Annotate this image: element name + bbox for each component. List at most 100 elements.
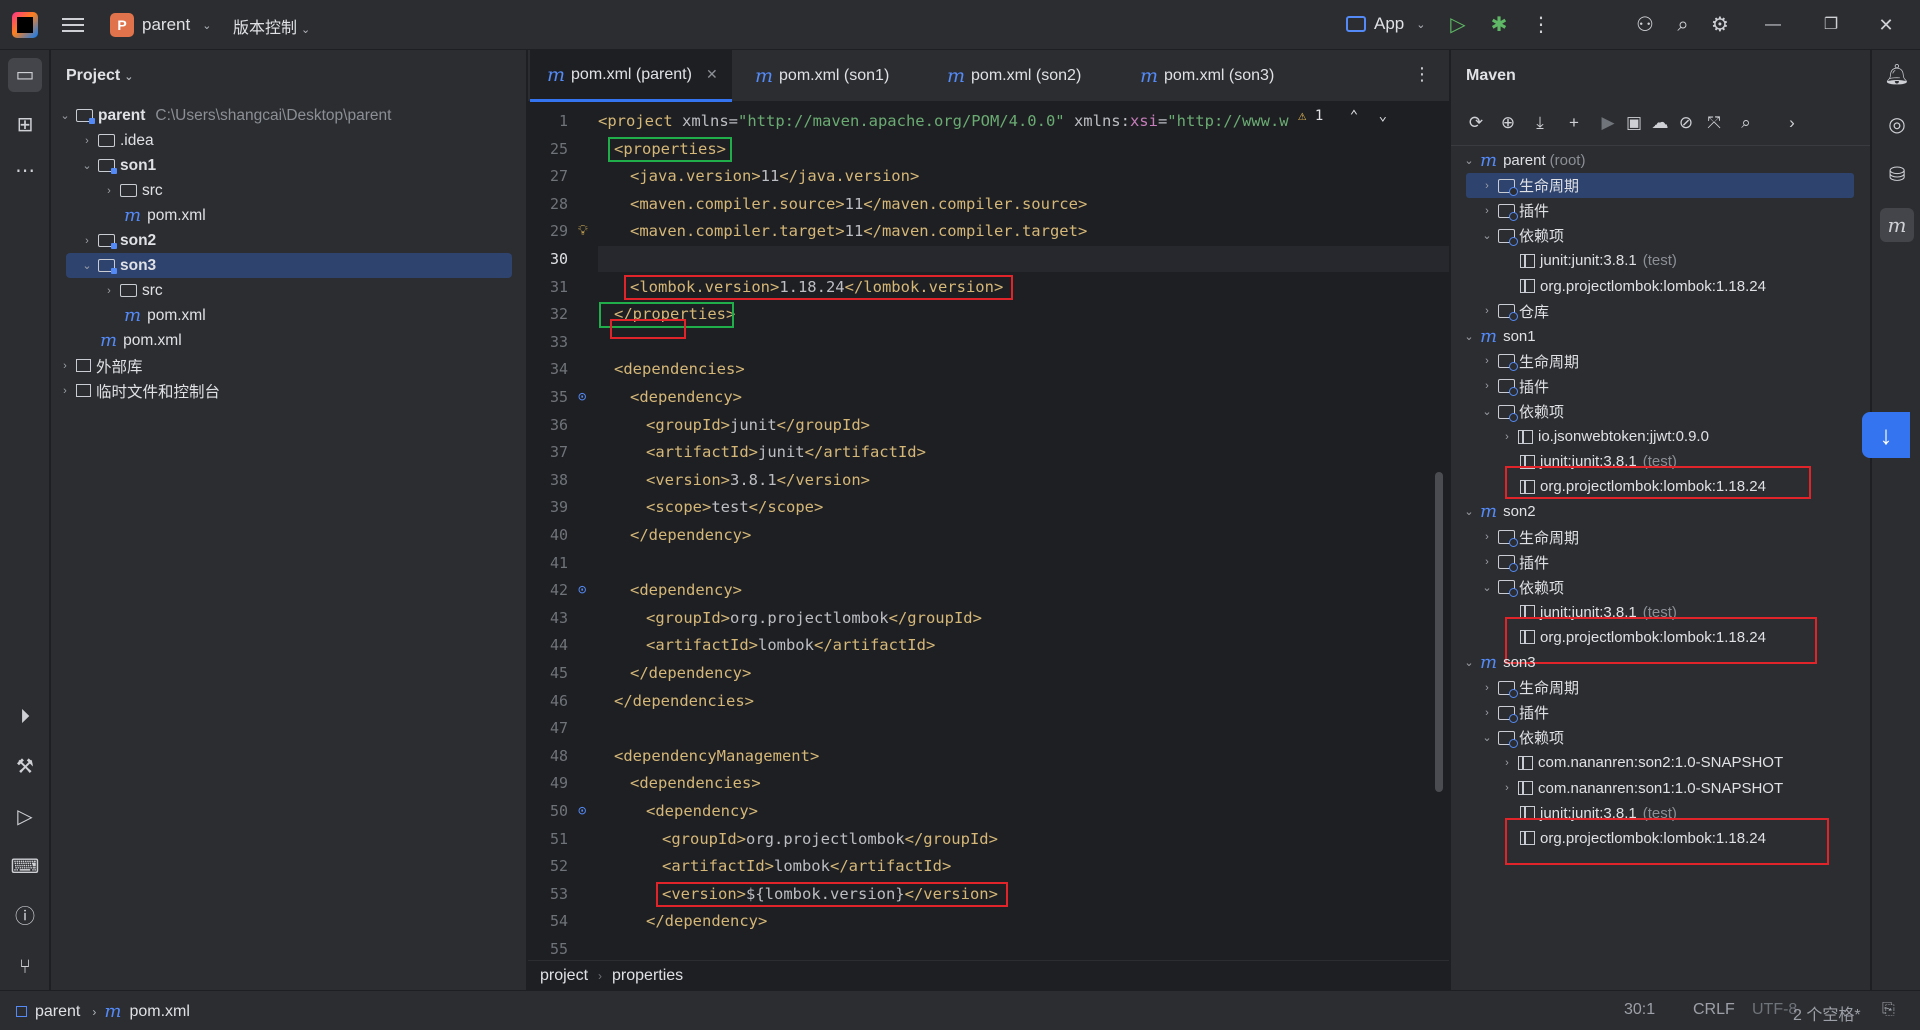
code-line[interactable]: 30	[528, 246, 1449, 272]
maven-dependency-node[interactable]: junit:junit:3.8.1 (test)	[1451, 248, 1871, 273]
maven-group-node[interactable]: › 生命周期	[1451, 675, 1871, 700]
skip-tests-icon[interactable]: ⊘	[1675, 112, 1697, 134]
close-icon[interactable]: ✕	[1873, 12, 1899, 38]
indent-setting[interactable]: 2 个空格*	[1793, 1001, 1861, 1025]
execute-goal-icon[interactable]: ▣	[1623, 112, 1645, 134]
code-line[interactable]: 29 <maven.compiler.target>11</maven.compi…	[528, 218, 1449, 244]
code-line[interactable]: 45 </dependency>	[528, 660, 1449, 686]
collapsed-arrow-icon[interactable]: ›	[1479, 205, 1495, 217]
collapsed-arrow-icon[interactable]: ›	[1479, 682, 1495, 694]
caret-position[interactable]: 30:1	[1624, 1001, 1655, 1019]
add-user-icon[interactable]: ⚇	[1632, 12, 1658, 38]
collapsed-arrow-icon[interactable]: ›	[1499, 757, 1515, 769]
offline-icon[interactable]: ☁	[1649, 112, 1671, 134]
tree-item-son1-src[interactable]: › src	[51, 178, 527, 203]
collapsed-arrow-icon[interactable]: ›	[101, 285, 117, 297]
code-line[interactable]: 44 <artifactId>lombok</artifactId>	[528, 632, 1449, 658]
maven-group-node[interactable]: › 生命周期	[1451, 525, 1871, 550]
tree-item-son3-pom[interactable]: m pom.xml	[51, 303, 527, 328]
maven-group-node[interactable]: › 仓库	[1451, 299, 1871, 324]
maven-module-node[interactable]: ⌄ m son1	[1451, 324, 1871, 349]
tab-pom-son2[interactable]: m pom.xml (son2)	[930, 50, 1095, 102]
override-marker-icon[interactable]: ⊙	[578, 384, 586, 410]
expanded-arrow-icon[interactable]: ⌄	[57, 109, 73, 122]
git-branch-icon[interactable]: ⑂	[8, 950, 42, 984]
code-line[interactable]: 35 <dependency>	[528, 384, 1449, 410]
code-line[interactable]: 49 <dependencies>	[528, 770, 1449, 796]
collapsed-arrow-icon[interactable]: ›	[1499, 431, 1515, 443]
notifications-bell-icon[interactable]: 🔔︎	[1880, 58, 1914, 92]
maven-dependency-node[interactable]: › io.jsonwebtoken:jjwt:0.9.0	[1451, 424, 1871, 449]
collapsed-arrow-icon[interactable]: ›	[1479, 380, 1495, 392]
maven-group-node[interactable]: › 插件	[1451, 700, 1871, 725]
code-line[interactable]: 37 <artifactId>junit</artifactId>	[528, 439, 1449, 465]
collapsed-arrow-icon[interactable]: ›	[101, 185, 117, 197]
tree-item-scratches[interactable]: › 临时文件和控制台	[51, 378, 527, 403]
code-line[interactable]: 48 <dependencyManagement>	[528, 743, 1449, 769]
expanded-arrow-icon[interactable]: ⌄	[1461, 154, 1477, 167]
collapsed-arrow-icon[interactable]: ›	[79, 135, 95, 147]
line-separator[interactable]: CRLF	[1693, 1001, 1735, 1019]
collapsed-arrow-icon[interactable]: ›	[79, 235, 95, 247]
expanded-arrow-icon[interactable]: ⌄	[1461, 330, 1477, 343]
code-line[interactable]: 27 <java.version>11</java.version>	[528, 163, 1449, 189]
status-crumb-project[interactable]: parent	[35, 1003, 80, 1021]
maven-group-node[interactable]: ⌄ 依赖项	[1451, 725, 1871, 750]
more-actions-icon[interactable]: ⋮	[1528, 12, 1554, 38]
expanded-arrow-icon[interactable]: ⌄	[79, 159, 95, 172]
maven-dependency-node[interactable]: org.projectlombok:lombok:1.18.24	[1451, 274, 1871, 299]
code-line[interactable]: 47	[528, 715, 1449, 741]
code-line[interactable]: 36 <groupId>junit</groupId>	[528, 412, 1449, 438]
search-icon[interactable]: ⌕	[1670, 12, 1696, 38]
intellij-logo-icon[interactable]	[12, 12, 38, 38]
add-icon[interactable]: +	[1563, 112, 1585, 134]
tabs-more-icon[interactable]: ⋮	[1413, 64, 1431, 85]
maven-group-node[interactable]: ⌄ 依赖项	[1451, 575, 1871, 600]
maven-module-node[interactable]: ⌄ m parent (root)	[1451, 148, 1871, 173]
breadcrumb-properties[interactable]: properties	[612, 967, 683, 985]
maven-group-node[interactable]: › 生命周期	[1466, 173, 1854, 199]
main-menu-icon[interactable]	[62, 14, 84, 36]
maven-group-node[interactable]: ⌄ 依赖项	[1451, 223, 1871, 248]
database-icon[interactable]: ⛁	[1880, 158, 1914, 192]
code-line[interactable]: 43 <groupId>org.projectlombok</groupId>	[528, 605, 1449, 631]
tree-item-idea[interactable]: › .idea	[51, 128, 527, 153]
chevron-right-icon[interactable]: ›	[1781, 112, 1803, 134]
code-line[interactable]: 40 </dependency>	[528, 522, 1449, 548]
maven-group-node[interactable]: › 生命周期	[1451, 349, 1871, 374]
collapsed-arrow-icon[interactable]: ›	[57, 385, 73, 397]
terminal-icon[interactable]: ⌨	[8, 850, 42, 884]
code-line[interactable]: 54 </dependency>	[528, 908, 1449, 934]
run-maven-icon[interactable]: ▶	[1597, 112, 1619, 134]
vcs-menu[interactable]: 版本控制 ⌄	[233, 14, 310, 38]
collapsed-arrow-icon[interactable]: ›	[57, 360, 73, 372]
expanded-arrow-icon[interactable]: ⌄	[1479, 581, 1495, 594]
code-editor[interactable]: ⚠ 1 ⌃ ⌄ 1 <project xmlns="http://maven.ap…	[528, 102, 1449, 1010]
debug-icon[interactable]: ✱	[1486, 12, 1512, 38]
status-crumb-file[interactable]: pom.xml	[129, 1003, 189, 1021]
code-line[interactable]: 42 <dependency>	[528, 577, 1449, 603]
expanded-arrow-icon[interactable]: ⌄	[1479, 731, 1495, 744]
tree-item-external-libraries[interactable]: › 外部库	[51, 353, 527, 378]
maven-module-node[interactable]: ⌄ m son2	[1451, 499, 1871, 524]
tab-pom-son3[interactable]: m pom.xml (son3)	[1123, 50, 1288, 102]
code-line[interactable]: 50 <dependency>	[528, 798, 1449, 824]
code-line[interactable]: 46 </dependencies>	[528, 688, 1449, 714]
override-marker-icon[interactable]: ⊙	[578, 577, 586, 603]
tree-item-parent[interactable]: ⌄ parent C:\Users\shangcai\Desktop\paren…	[51, 103, 527, 128]
collapsed-arrow-icon[interactable]: ›	[1479, 305, 1495, 317]
build-hammer-icon[interactable]: ⚒	[8, 750, 42, 784]
code-line[interactable]: 51 <groupId>org.projectlombok</groupId>	[528, 826, 1449, 852]
maven-group-node[interactable]: › 插件	[1451, 550, 1871, 575]
services-icon[interactable]: ⏵	[8, 700, 42, 734]
code-line[interactable]: 52 <artifactId>lombok</artifactId>	[528, 853, 1449, 879]
project-panel-header[interactable]: Project ⌄	[51, 50, 526, 102]
download-icon[interactable]: ⤓	[1529, 112, 1551, 134]
add-folder-icon[interactable]: ⊕	[1497, 112, 1519, 134]
problems-icon[interactable]: ⓘ	[8, 900, 42, 934]
structure-tool-icon[interactable]: ⊞	[8, 108, 42, 142]
collapse-all-icon[interactable]: ⤧	[1703, 112, 1725, 134]
tab-pom-son1[interactable]: m pom.xml (son1)	[738, 50, 903, 102]
tree-item-son1[interactable]: ⌄ son1	[51, 153, 527, 178]
tab-pom-parent[interactable]: m pom.xml (parent) ✕	[530, 50, 732, 102]
